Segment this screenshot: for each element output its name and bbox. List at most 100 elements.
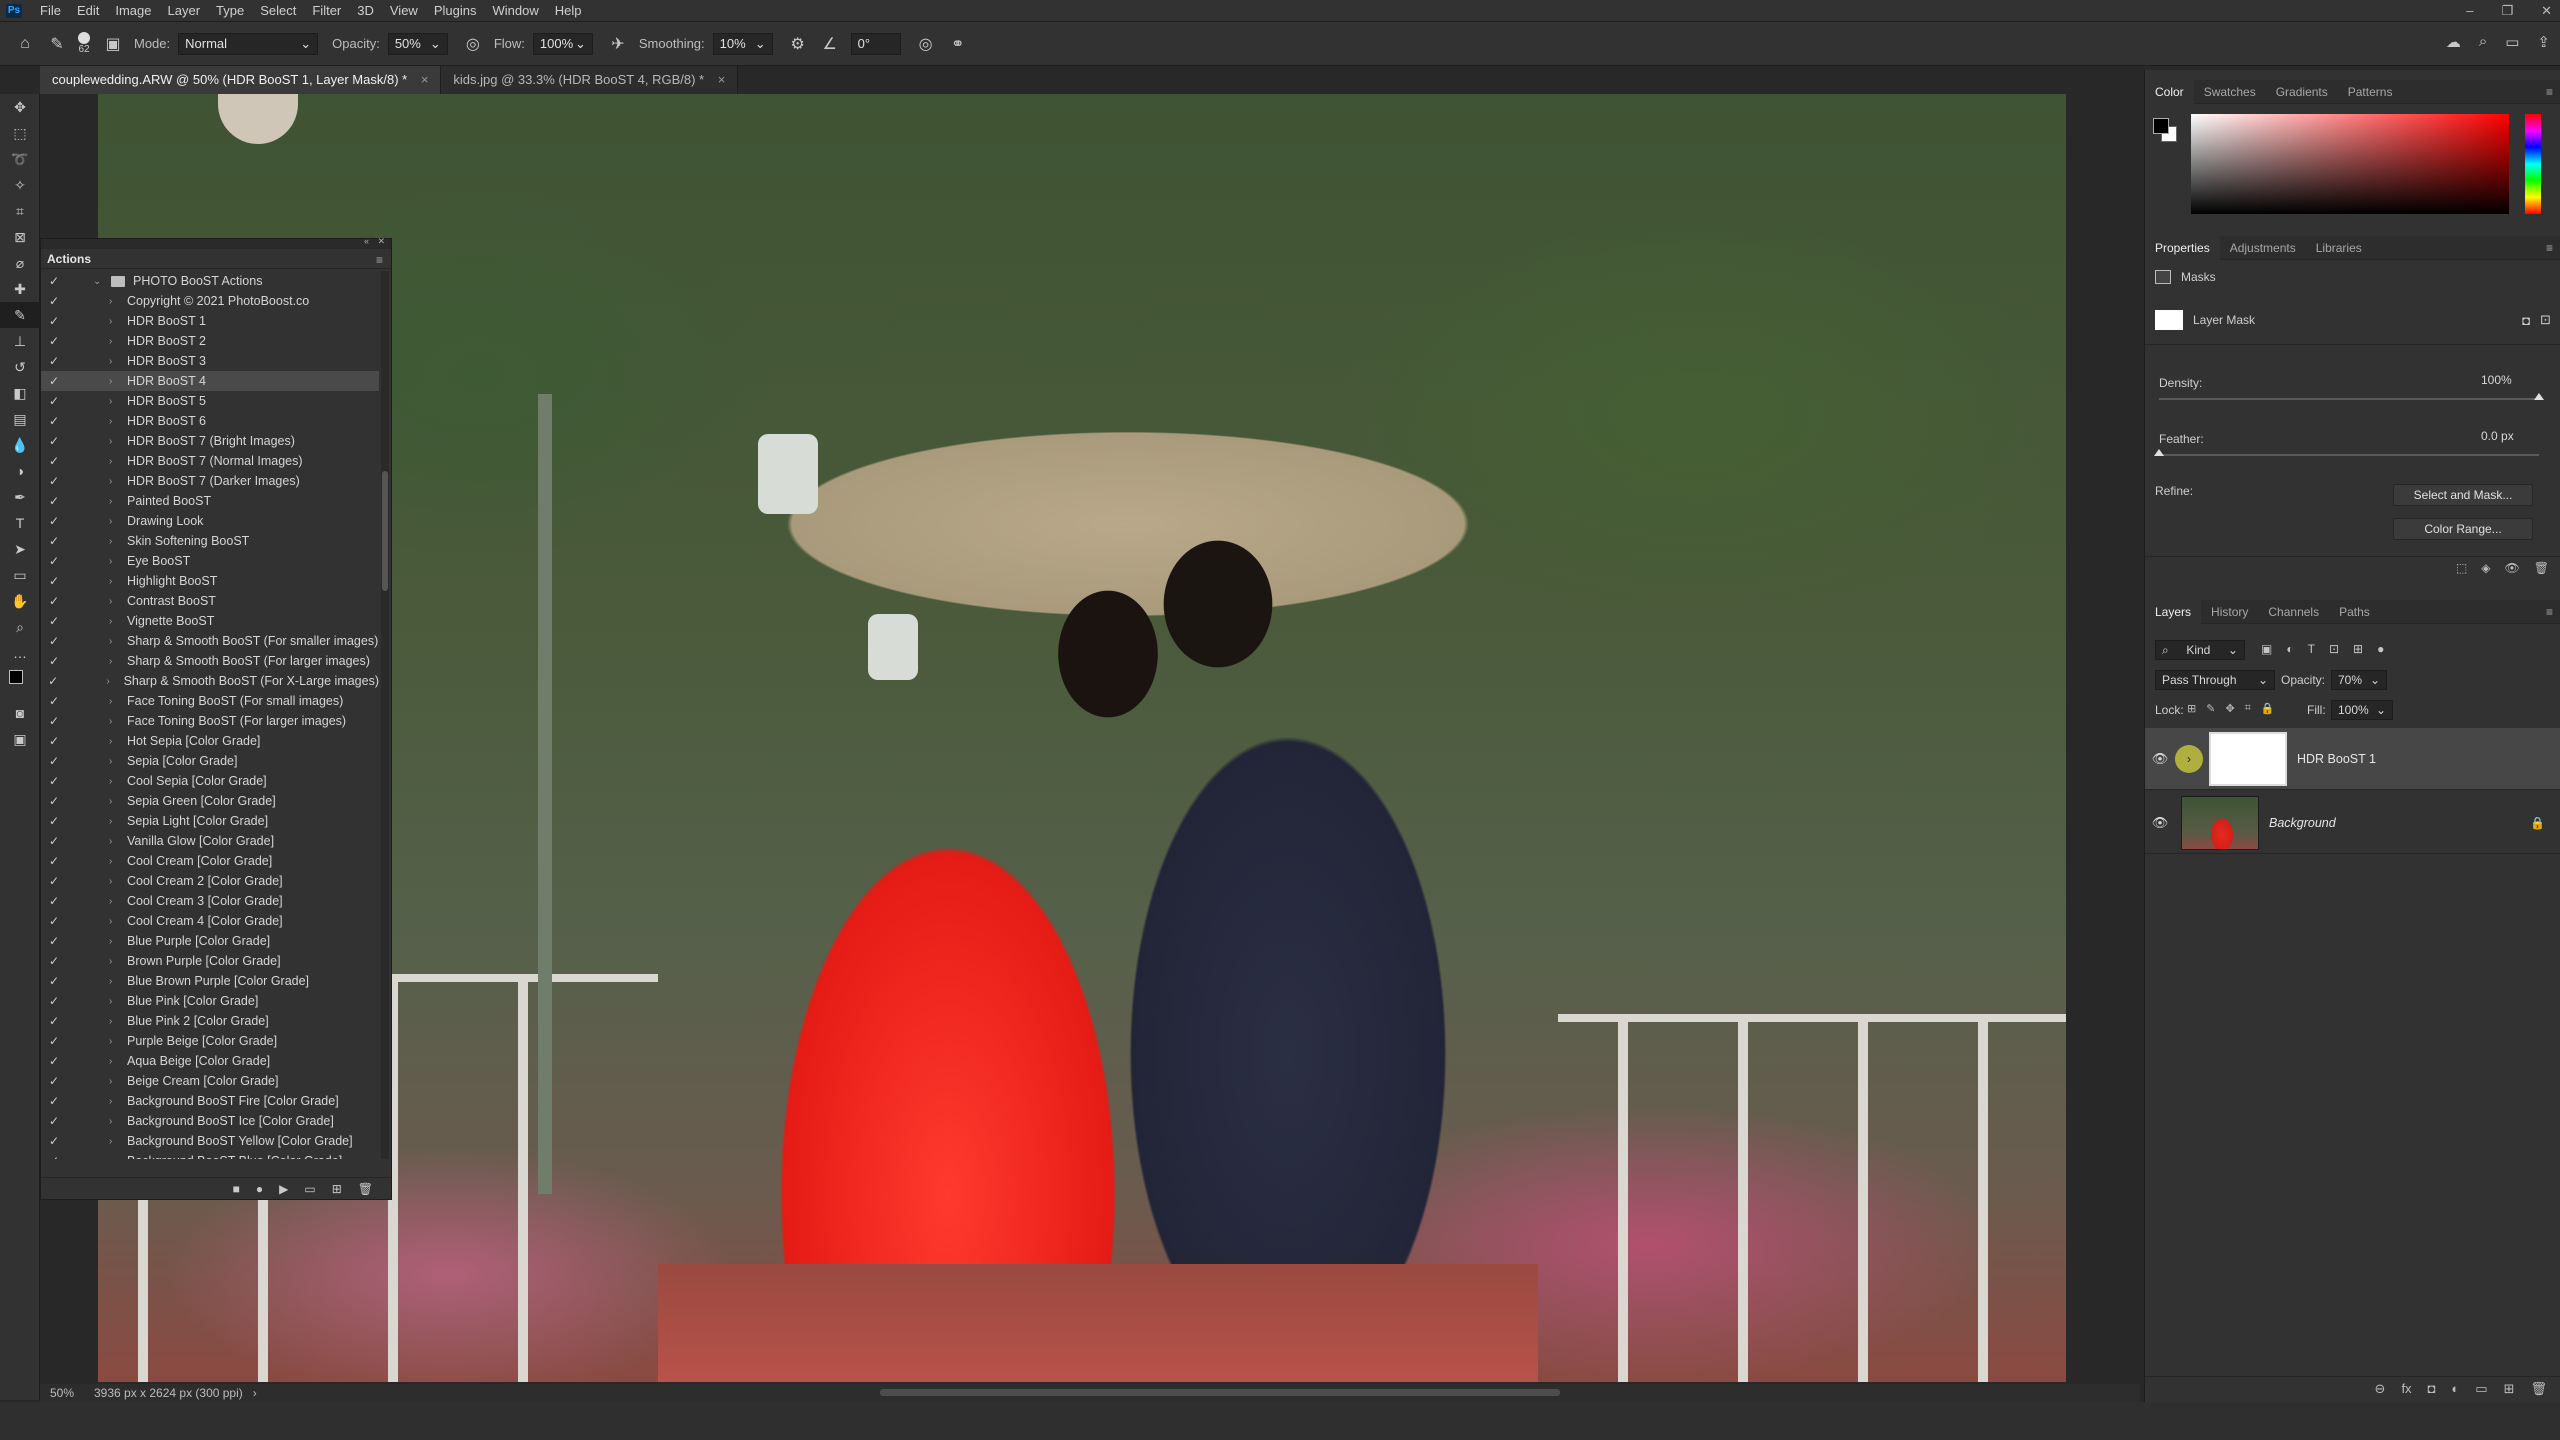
dialog-toggle[interactable] bbox=[67, 554, 83, 568]
frame-tool-icon[interactable]: ⊠ bbox=[0, 224, 40, 250]
load-selection-icon[interactable]: ⬚ bbox=[2456, 561, 2467, 575]
pressure-opacity-icon[interactable]: ◎ bbox=[462, 33, 484, 55]
check-icon[interactable]: ✓ bbox=[41, 594, 67, 608]
menu-image[interactable]: Image bbox=[107, 0, 159, 22]
zoom-level[interactable]: 50% bbox=[40, 1386, 80, 1400]
check-icon[interactable]: ✓ bbox=[41, 374, 67, 388]
tab-patterns[interactable]: Patterns bbox=[2338, 80, 2403, 104]
dialog-toggle[interactable] bbox=[67, 354, 83, 368]
dialog-toggle[interactable] bbox=[67, 874, 83, 888]
check-icon[interactable]: ✓ bbox=[41, 774, 67, 788]
layer-name[interactable]: HDR BooST 1 bbox=[2297, 752, 2376, 766]
chevron-right-icon[interactable]: › bbox=[109, 556, 121, 567]
action-item[interactable]: ✓ › Face Toning BooST (For larger images) bbox=[41, 711, 379, 731]
dialog-toggle[interactable] bbox=[67, 614, 83, 628]
density-slider-thumb[interactable] bbox=[2534, 393, 2544, 400]
pen-tool-icon[interactable]: ✒ bbox=[0, 484, 40, 510]
action-item[interactable]: ✓ › Purple Beige [Color Grade] bbox=[41, 1031, 379, 1051]
document-photo[interactable] bbox=[98, 94, 2066, 1382]
group-folder-icon[interactable]: › bbox=[2175, 744, 2203, 773]
action-item[interactable]: ✓ › HDR BooST 7 (Normal Images) bbox=[41, 451, 379, 471]
action-item[interactable]: ✓ › Brown Purple [Color Grade] bbox=[41, 951, 379, 971]
dialog-toggle[interactable] bbox=[67, 634, 83, 648]
menu-help[interactable]: Help bbox=[547, 0, 590, 22]
check-icon[interactable]: ✓ bbox=[41, 574, 67, 588]
check-icon[interactable]: ✓ bbox=[41, 994, 67, 1008]
status-arrow-icon[interactable]: › bbox=[253, 1386, 257, 1400]
actions-title[interactable]: Actions bbox=[47, 252, 91, 266]
brush-settings-icon[interactable]: ▣ bbox=[102, 33, 124, 55]
quick-mask-icon[interactable]: ◙ bbox=[0, 700, 40, 726]
tab-layers[interactable]: Layers bbox=[2145, 599, 2202, 624]
layer-mask-thumbnail[interactable] bbox=[2155, 310, 2183, 330]
layer-row-hdr-boost-1[interactable]: 👁 › HDR BooST 1 bbox=[2145, 728, 2560, 790]
gradient-tool-icon[interactable]: ▤ bbox=[0, 406, 40, 432]
check-icon[interactable]: ✓ bbox=[41, 634, 67, 648]
check-icon[interactable]: ✓ bbox=[41, 974, 67, 988]
dodge-tool-icon[interactable]: ◑ bbox=[0, 458, 40, 484]
chevron-right-icon[interactable]: › bbox=[109, 656, 121, 667]
share-icon[interactable]: ⇪ bbox=[2537, 33, 2550, 51]
action-item[interactable]: ✓ › Sepia Light [Color Grade] bbox=[41, 811, 379, 831]
action-item[interactable]: ✓ › Background BooST Fire [Color Grade] bbox=[41, 1091, 379, 1111]
chevron-right-icon[interactable]: › bbox=[109, 996, 121, 1007]
smart-object-filter-icon[interactable]: ⊞ bbox=[2353, 642, 2363, 656]
visibility-eye-icon[interactable]: 👁 bbox=[2145, 751, 2175, 767]
tab-kids[interactable]: kids.jpg @ 33.3% (HDR BooST 4, RGB/8) * … bbox=[441, 66, 739, 94]
close-icon[interactable]: × bbox=[718, 72, 726, 87]
chevron-right-icon[interactable]: › bbox=[109, 896, 121, 907]
check-icon[interactable]: ✓ bbox=[41, 454, 67, 468]
chevron-right-icon[interactable]: › bbox=[109, 616, 121, 627]
chevron-right-icon[interactable]: › bbox=[109, 296, 121, 307]
check-icon[interactable]: ✓ bbox=[41, 834, 67, 848]
lock-artboard-icon[interactable]: ⌗ bbox=[2245, 702, 2251, 715]
menu-type[interactable]: Type bbox=[208, 0, 252, 22]
new-layer-icon[interactable]: ⊞ bbox=[2504, 1381, 2515, 1397]
magic-wand-tool-icon[interactable]: ✧ bbox=[0, 172, 40, 198]
lock-position-icon[interactable]: ✥ bbox=[2225, 702, 2234, 715]
tab-swatches[interactable]: Swatches bbox=[2194, 80, 2266, 104]
dialog-toggle[interactable] bbox=[67, 374, 83, 388]
check-icon[interactable]: ✓ bbox=[41, 514, 67, 528]
chevron-right-icon[interactable]: › bbox=[109, 636, 121, 647]
action-item[interactable]: ✓ › HDR BooST 3 bbox=[41, 351, 379, 371]
action-item[interactable]: ✓ › HDR BooST 7 (Darker Images) bbox=[41, 471, 379, 491]
action-item[interactable]: ✓ › Blue Pink 2 [Color Grade] bbox=[41, 1011, 379, 1031]
dialog-toggle[interactable] bbox=[67, 394, 83, 408]
action-item[interactable]: ✓ › Eye BooST bbox=[41, 551, 379, 571]
check-icon[interactable]: ✓ bbox=[41, 1114, 67, 1128]
collapse-icon[interactable]: « bbox=[364, 236, 369, 246]
fill-field[interactable]: 100% ⌄ bbox=[2331, 700, 2393, 720]
add-mask-icon[interactable]: ◘ bbox=[2428, 1381, 2436, 1396]
menu-window[interactable]: Window bbox=[484, 0, 546, 22]
dialog-toggle[interactable] bbox=[67, 494, 83, 508]
dialog-toggle[interactable] bbox=[67, 774, 83, 788]
chevron-right-icon[interactable]: › bbox=[109, 1136, 121, 1147]
action-item[interactable]: ✓ › Blue Purple [Color Grade] bbox=[41, 931, 379, 951]
flow-field[interactable]: 100% ⌄ bbox=[532, 32, 593, 55]
action-item[interactable]: ✓ › Background BooST Ice [Color Grade] bbox=[41, 1111, 379, 1131]
screen-mode-icon[interactable]: ▣ bbox=[0, 726, 40, 752]
brush-tool-icon[interactable]: ✎ bbox=[0, 302, 40, 328]
check-icon[interactable]: ✓ bbox=[41, 394, 67, 408]
airbrush-icon[interactable]: ✈ bbox=[607, 33, 629, 55]
check-icon[interactable]: ✓ bbox=[41, 654, 67, 668]
check-icon[interactable]: ✓ bbox=[41, 894, 67, 908]
action-item[interactable]: ✓ › HDR BooST 1 bbox=[41, 311, 379, 331]
stamp-tool-icon[interactable]: ⊥ bbox=[0, 328, 40, 354]
check-icon[interactable]: ✓ bbox=[41, 1094, 67, 1108]
chevron-right-icon[interactable]: › bbox=[109, 356, 121, 367]
feather-field[interactable]: 0.0 px bbox=[2475, 426, 2535, 446]
chevron-right-icon[interactable]: › bbox=[109, 496, 121, 507]
chevron-right-icon[interactable]: › bbox=[109, 696, 121, 707]
minimize-button[interactable]: – bbox=[2466, 0, 2473, 22]
link-layers-icon[interactable]: ⊖ bbox=[2375, 1381, 2386, 1397]
action-item[interactable]: ✓ › Contrast BooST bbox=[41, 591, 379, 611]
tab-adjustments[interactable]: Adjustments bbox=[2220, 236, 2306, 260]
blur-tool-icon[interactable]: 💧 bbox=[0, 432, 40, 458]
dialog-toggle[interactable] bbox=[67, 534, 83, 548]
density-slider[interactable] bbox=[2159, 398, 2539, 400]
check-icon[interactable]: ✓ bbox=[41, 554, 67, 568]
menu-filter[interactable]: Filter bbox=[304, 0, 349, 22]
check-icon[interactable]: ✓ bbox=[41, 754, 67, 768]
